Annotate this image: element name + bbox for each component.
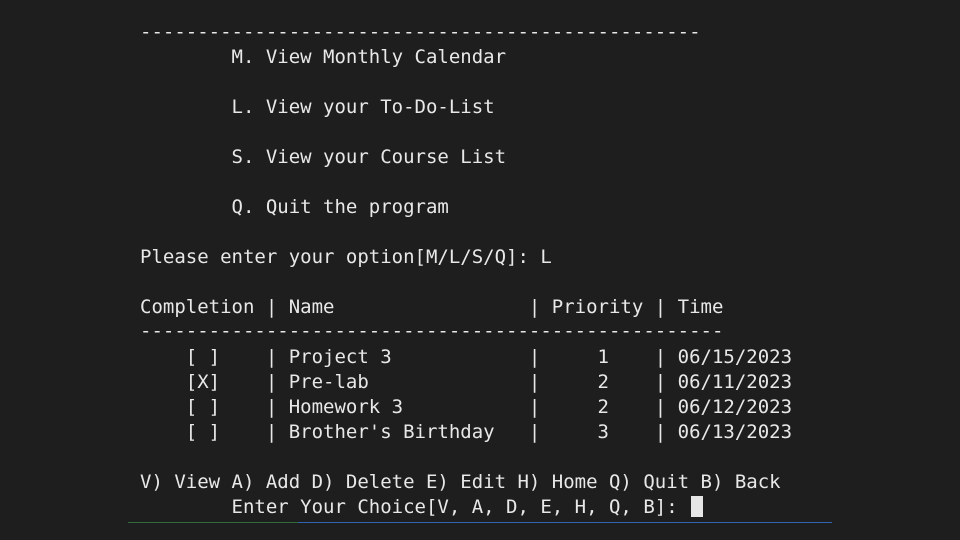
menu-option-prompt: Please enter your option[M/L/S/Q]: L (140, 246, 552, 268)
bottom-rule-green (128, 522, 298, 523)
choice-prompt: Enter Your Choice[V, A, D, E, H, Q, B]: (140, 496, 690, 518)
table-row: [ ] | Homework 3 | 2 | 06/12/2023 (140, 396, 793, 418)
menu-item-course-list: S. View your Course List (140, 146, 507, 168)
table-row: [ ] | Project 3 | 1 | 06/15/2023 (140, 346, 793, 368)
text-cursor[interactable] (691, 496, 704, 517)
menu-item-quit: Q. Quit the program (140, 196, 449, 218)
bottom-rule-blue (298, 522, 832, 523)
todo-table-header: Completion | Name | Priority | Time (140, 296, 724, 318)
menu-item-monthly-calendar: M. View Monthly Calendar (140, 46, 507, 68)
table-row: [X] | Pre-lab | 2 | 06/11/2023 (140, 371, 793, 393)
choice-input-line[interactable]: Enter Your Choice[V, A, D, E, H, Q, B]: (140, 495, 704, 520)
action-options: V) View A) Add D) Delete E) Edit H) Home… (140, 471, 781, 493)
terminal-window[interactable]: ----------------------------------------… (0, 0, 960, 540)
menu-top-rule: ----------------------------------------… (140, 21, 701, 43)
todo-table-rule: ----------------------------------------… (140, 320, 724, 342)
table-row: [ ] | Brother's Birthday | 3 | 06/13/202… (140, 421, 793, 443)
menu-item-todo-list: L. View your To-Do-List (140, 96, 495, 118)
